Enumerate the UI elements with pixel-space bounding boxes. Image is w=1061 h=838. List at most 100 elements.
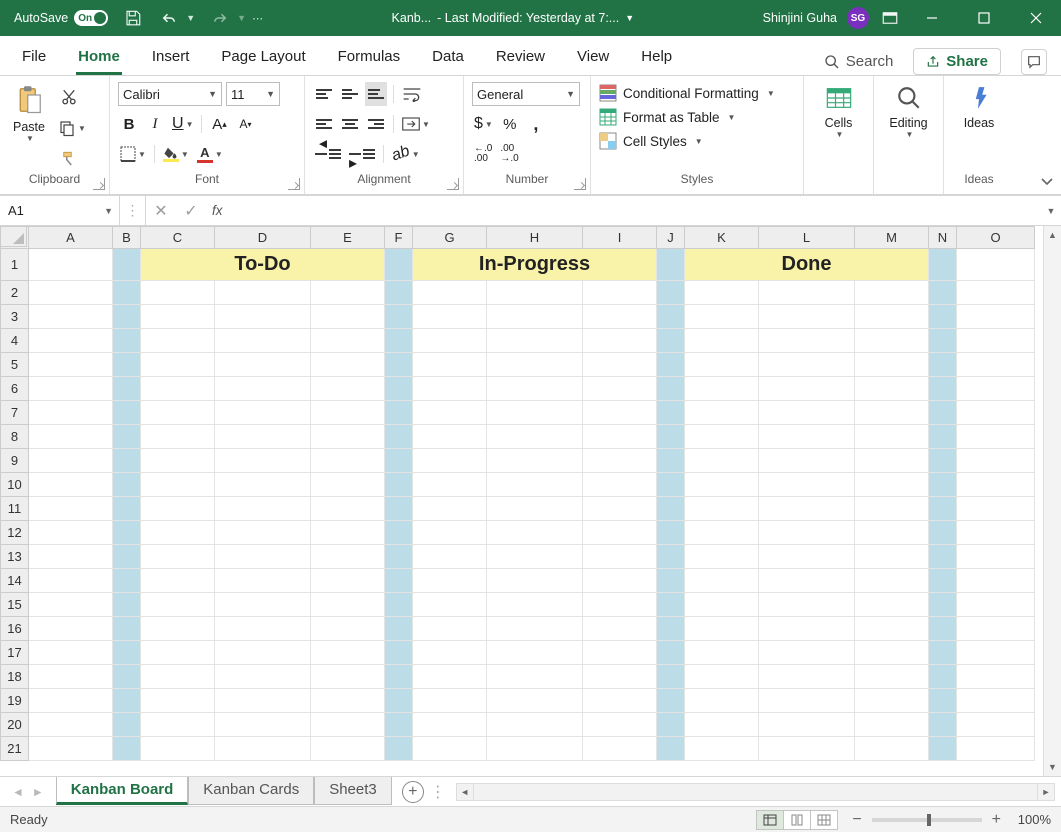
col-header-A[interactable]: A [29, 227, 113, 249]
align-right-button[interactable] [365, 112, 387, 136]
cell-G17[interactable] [413, 641, 487, 665]
increase-indent-button[interactable]: ▸ [347, 142, 377, 166]
cell-styles-button[interactable]: Cell Styles▼ [599, 132, 703, 150]
cell-L9[interactable] [759, 449, 855, 473]
cell-L16[interactable] [759, 617, 855, 641]
cell-A5[interactable] [29, 353, 113, 377]
cell-C12[interactable] [141, 521, 215, 545]
cell-D21[interactable] [215, 737, 311, 761]
cell-K1[interactable]: Done [685, 249, 929, 281]
cell-B2[interactable] [113, 281, 141, 305]
view-normal-button[interactable] [756, 810, 784, 830]
cell-B4[interactable] [113, 329, 141, 353]
cell-B3[interactable] [113, 305, 141, 329]
cell-O8[interactable] [957, 425, 1035, 449]
name-box[interactable]: A1▼ [0, 196, 120, 225]
shrink-font-button[interactable]: A▾ [234, 112, 256, 136]
cell-E8[interactable] [311, 425, 385, 449]
autosave-toggle[interactable]: AutoSave On [14, 10, 108, 26]
cell-E16[interactable] [311, 617, 385, 641]
cell-C6[interactable] [141, 377, 215, 401]
cell-C17[interactable] [141, 641, 215, 665]
align-top-button[interactable] [313, 82, 335, 106]
tab-nav-next[interactable]: ► [32, 785, 44, 799]
save-icon[interactable] [122, 7, 144, 29]
cell-B7[interactable] [113, 401, 141, 425]
cell-B18[interactable] [113, 665, 141, 689]
cell-I11[interactable] [583, 497, 657, 521]
cell-A2[interactable] [29, 281, 113, 305]
underline-button[interactable]: U▼ [170, 112, 195, 136]
cell-C2[interactable] [141, 281, 215, 305]
minimize-button[interactable] [911, 0, 953, 36]
cell-J10[interactable] [657, 473, 685, 497]
cell-K16[interactable] [685, 617, 759, 641]
cell-L18[interactable] [759, 665, 855, 689]
view-page-break-button[interactable] [810, 810, 838, 830]
cell-A15[interactable] [29, 593, 113, 617]
comments-icon[interactable] [1021, 49, 1047, 75]
cell-J5[interactable] [657, 353, 685, 377]
row-header-12[interactable]: 12 [1, 521, 29, 545]
cell-G13[interactable] [413, 545, 487, 569]
cell-H5[interactable] [487, 353, 583, 377]
cell-M2[interactable] [855, 281, 929, 305]
col-header-F[interactable]: F [385, 227, 413, 249]
cell-N20[interactable] [929, 713, 957, 737]
cell-D6[interactable] [215, 377, 311, 401]
cell-L20[interactable] [759, 713, 855, 737]
row-header-17[interactable]: 17 [1, 641, 29, 665]
cell-C10[interactable] [141, 473, 215, 497]
cell-I14[interactable] [583, 569, 657, 593]
cell-H20[interactable] [487, 713, 583, 737]
row-header-10[interactable]: 10 [1, 473, 29, 497]
cell-O15[interactable] [957, 593, 1035, 617]
sheet-tab-kanban-board[interactable]: Kanban Board [56, 777, 189, 805]
cell-A9[interactable] [29, 449, 113, 473]
cell-L21[interactable] [759, 737, 855, 761]
cell-N17[interactable] [929, 641, 957, 665]
cell-A18[interactable] [29, 665, 113, 689]
cell-N19[interactable] [929, 689, 957, 713]
align-center-button[interactable] [339, 112, 361, 136]
cell-I2[interactable] [583, 281, 657, 305]
cell-A13[interactable] [29, 545, 113, 569]
cell-M11[interactable] [855, 497, 929, 521]
cell-H15[interactable] [487, 593, 583, 617]
cell-F17[interactable] [385, 641, 413, 665]
cell-D12[interactable] [215, 521, 311, 545]
cell-F6[interactable] [385, 377, 413, 401]
cell-F5[interactable] [385, 353, 413, 377]
cell-M19[interactable] [855, 689, 929, 713]
cell-L19[interactable] [759, 689, 855, 713]
cell-G21[interactable] [413, 737, 487, 761]
cell-N10[interactable] [929, 473, 957, 497]
cell-J2[interactable] [657, 281, 685, 305]
cell-C15[interactable] [141, 593, 215, 617]
row-header-2[interactable]: 2 [1, 281, 29, 305]
cell-F21[interactable] [385, 737, 413, 761]
cell-M14[interactable] [855, 569, 929, 593]
cell-A14[interactable] [29, 569, 113, 593]
cell-M6[interactable] [855, 377, 929, 401]
cell-E18[interactable] [311, 665, 385, 689]
cell-M8[interactable] [855, 425, 929, 449]
cell-B21[interactable] [113, 737, 141, 761]
formula-input[interactable] [229, 196, 1041, 225]
row-header-18[interactable]: 18 [1, 665, 29, 689]
formula-expand-button[interactable]: ▼ [1041, 196, 1061, 225]
col-header-E[interactable]: E [311, 227, 385, 249]
fill-color-button[interactable]: ▼ [161, 142, 191, 166]
increase-decimal-button[interactable]: ←.0.00 [472, 142, 494, 166]
select-all-button[interactable] [0, 226, 27, 247]
cell-N11[interactable] [929, 497, 957, 521]
cell-M21[interactable] [855, 737, 929, 761]
menu-tab-review[interactable]: Review [494, 42, 547, 75]
cell-O11[interactable] [957, 497, 1035, 521]
row-header-15[interactable]: 15 [1, 593, 29, 617]
cell-M5[interactable] [855, 353, 929, 377]
align-left-button[interactable] [313, 112, 335, 136]
cell-O9[interactable] [957, 449, 1035, 473]
cell-K21[interactable] [685, 737, 759, 761]
cell-D13[interactable] [215, 545, 311, 569]
